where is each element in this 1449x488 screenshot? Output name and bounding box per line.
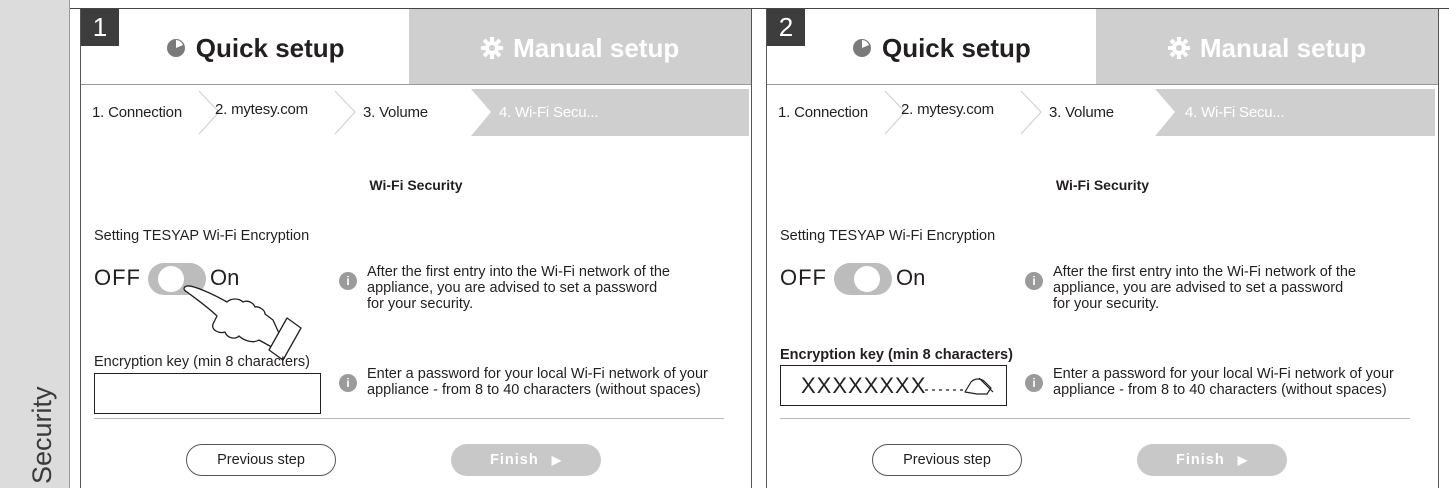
encryption-label: Setting TESYAP Wi-Fi Encryption — [94, 228, 310, 244]
setup-tabs: 1 Quick setup Manual setup — [81, 8, 751, 85]
tab-quick-setup[interactable]: 1 Quick setup — [81, 8, 410, 84]
toggle-knob — [158, 266, 184, 292]
info-line: appliance - from 8 to 40 characters (wit… — [367, 382, 701, 398]
encryption-label: Setting TESYAP Wi-Fi Encryption — [780, 228, 996, 244]
encryption-info-text: After the first entry into the Wi-Fi net… — [1053, 264, 1356, 312]
step-connection[interactable]: 1. Connection — [92, 104, 182, 121]
key-label: Encryption key (min 8 characters) — [780, 347, 1013, 363]
finish-button[interactable]: Finish ▶ — [451, 444, 601, 476]
play-arrow-icon: ▶ — [1237, 453, 1248, 467]
divider — [780, 418, 1410, 419]
gear-icon — [1167, 37, 1190, 60]
clock-icon — [852, 39, 871, 58]
play-arrow-icon: ▶ — [551, 453, 562, 467]
gear-icon — [481, 37, 504, 60]
tab-quick-label: Quick setup — [195, 33, 345, 63]
toggle-on-label: On — [896, 265, 926, 290]
section-title: Wi-Fi Security — [1055, 177, 1150, 193]
tab-manual-setup[interactable]: Manual setup — [1095, 8, 1438, 84]
info-icon[interactable]: i — [339, 272, 357, 290]
step-volume[interactable]: 3. Volume — [363, 104, 428, 121]
encryption-key-input[interactable]: XXXXXXXX — [780, 365, 1007, 406]
finish-label: Finish — [1176, 452, 1225, 468]
finish-button[interactable]: Finish ▶ — [1137, 444, 1287, 476]
breadcrumb-steps: 1. Connection 2. mytesy.com 3. Volume 4.… — [81, 89, 751, 136]
step-mytesy[interactable]: 2. mytesy.com — [901, 101, 994, 118]
clock-icon — [166, 39, 185, 58]
info-line: After the first entry into the Wi-Fi net… — [1053, 264, 1356, 280]
toggle-off-label: OFF — [94, 265, 141, 290]
info-line: appliance, you are advised to set a pass… — [367, 280, 658, 296]
breadcrumb-steps: 1. Connection 2. mytesy.com 3. Volume 4.… — [767, 89, 1438, 136]
side-label: Security — [27, 386, 57, 484]
step-connection[interactable]: 1. Connection — [778, 104, 868, 121]
setup-panel-1: 1 Quick setup Manual setup 1. Connection… — [80, 8, 752, 488]
previous-step-button[interactable]: Previous step — [872, 444, 1022, 476]
toggle-off-label: OFF — [780, 265, 827, 290]
step-wifi-security[interactable]: 4. Wi-Fi Secu... — [1185, 104, 1285, 121]
writing-hand-icon — [925, 377, 994, 395]
info-icon[interactable]: i — [1025, 374, 1043, 392]
tab-manual-setup[interactable]: Manual setup — [409, 8, 751, 84]
finish-label: Finish — [490, 452, 539, 468]
info-icon[interactable]: i — [339, 374, 357, 392]
tab-manual-label: Manual setup — [513, 33, 680, 63]
side-column: Security — [0, 0, 70, 488]
tab-manual-label: Manual setup — [1199, 33, 1366, 63]
info-line: appliance, you are advised to set a pass… — [1053, 280, 1344, 296]
toggle-knob — [854, 266, 880, 292]
info-line: appliance - from 8 to 40 characters (wit… — [1053, 382, 1387, 398]
tab-quick-label: Quick setup — [881, 33, 1031, 63]
divider — [94, 418, 724, 419]
info-line: for your security. — [1053, 296, 1160, 312]
step-volume[interactable]: 3. Volume — [1049, 104, 1114, 121]
key-info-text: Enter a password for your local Wi-Fi ne… — [1053, 366, 1394, 398]
info-line: Enter a password for your local Wi-Fi ne… — [1053, 366, 1394, 382]
info-line: Enter a password for your local Wi-Fi ne… — [367, 366, 708, 382]
encryption-key-input[interactable] — [94, 373, 321, 414]
step-mytesy[interactable]: 2. mytesy.com — [215, 101, 308, 118]
info-line: After the first entry into the Wi-Fi net… — [367, 264, 670, 280]
encryption-toggle[interactable] — [834, 263, 892, 295]
info-line: for your security. — [367, 296, 474, 312]
tab-quick-setup[interactable]: 2 Quick setup — [767, 8, 1096, 84]
info-icon[interactable]: i — [1025, 272, 1043, 290]
section-title: Wi-Fi Security — [369, 177, 463, 193]
setup-tabs: 2 Quick setup Manual setup — [767, 8, 1438, 85]
setup-panel-2: 2 Quick setup Manual setup 1. Connection… — [766, 8, 1439, 488]
previous-step-button[interactable]: Previous step — [186, 444, 336, 476]
step-wifi-security[interactable]: 4. Wi-Fi Secu... — [499, 104, 599, 121]
key-label: Encryption key (min 8 characters) — [94, 354, 310, 370]
encryption-info-text: After the first entry into the Wi-Fi net… — [367, 264, 670, 312]
key-info-text: Enter a password for your local Wi-Fi ne… — [367, 366, 708, 398]
key-value: XXXXXXXX — [801, 373, 927, 398]
top-border — [70, 8, 1449, 9]
